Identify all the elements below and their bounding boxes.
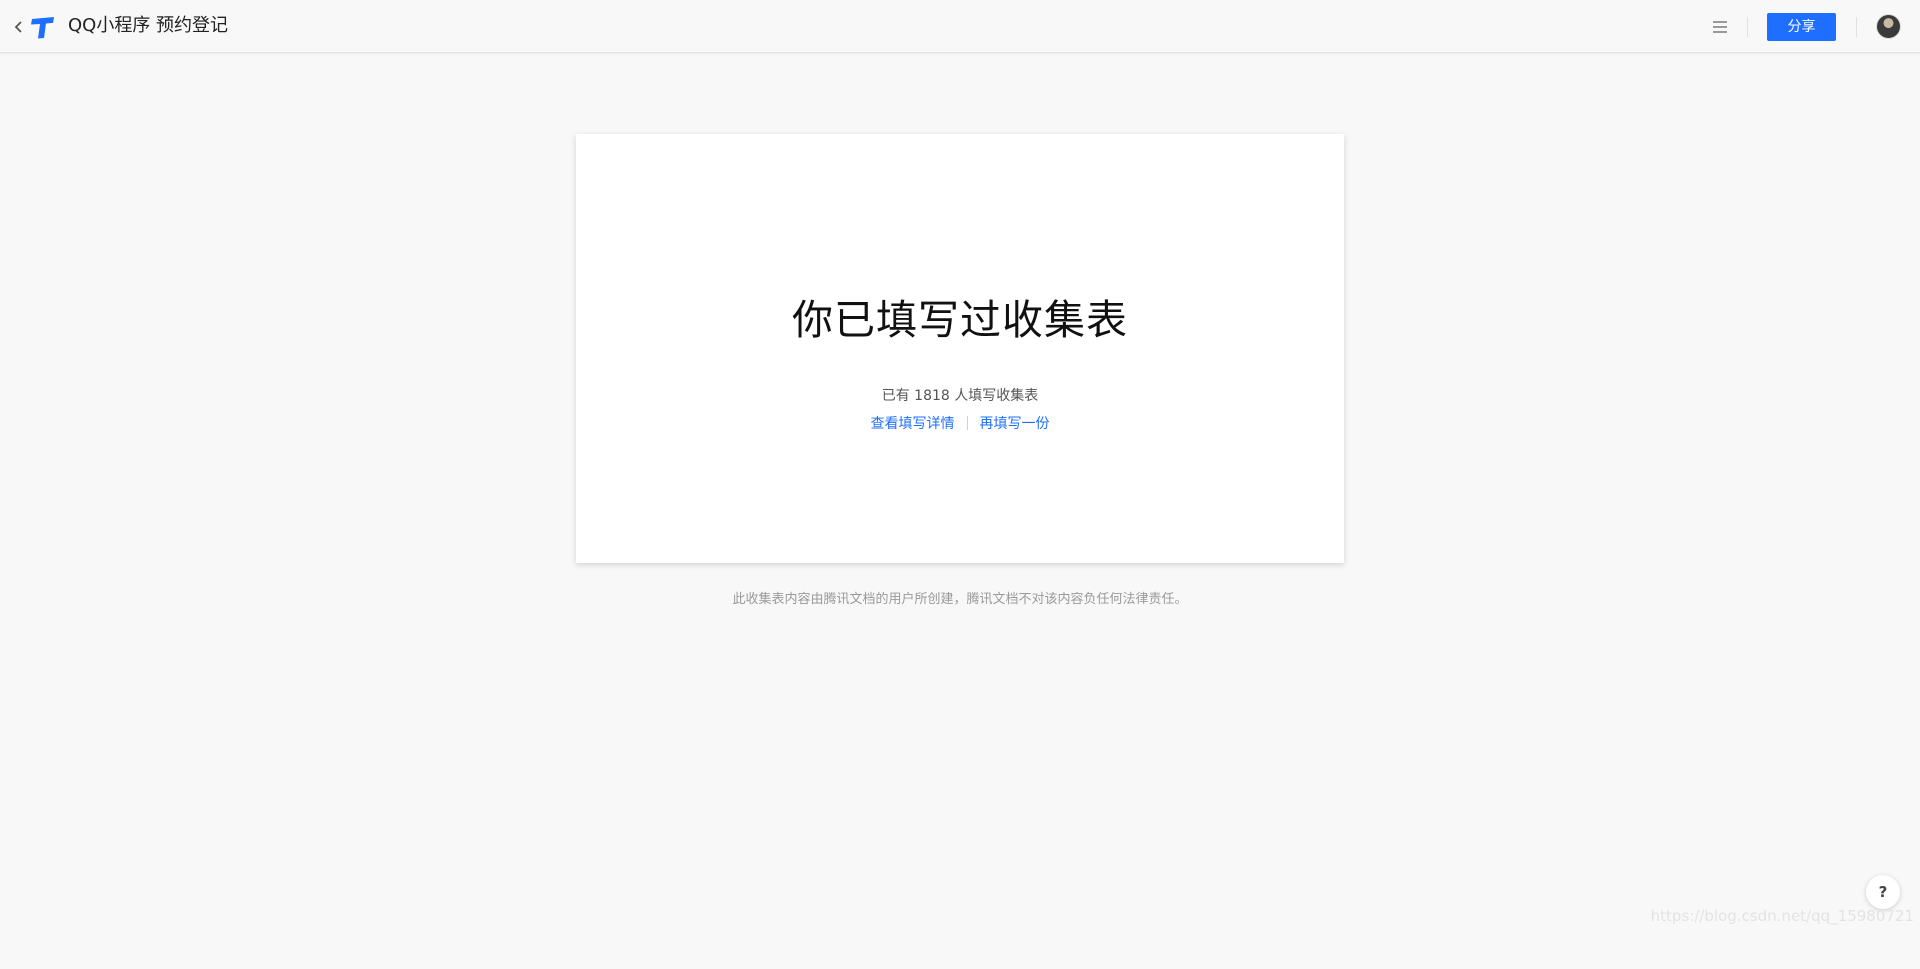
- document-title: QQ小程序 预约登记: [68, 15, 229, 36]
- view-details-link[interactable]: 查看填写详情: [871, 416, 955, 432]
- disclaimer-text: 此收集表内容由腾讯文档的用户所创建，腾讯文档不对该内容负任何法律责任。: [732, 592, 1188, 607]
- tencent-docs-logo[interactable]: [29, 15, 57, 40]
- submission-count-text: 已有 1818 人填写收集表: [881, 388, 1039, 404]
- watermark-text: https://blog.csdn.net/qq_15980721: [1650, 907, 1914, 925]
- help-question-icon[interactable]: ?: [1866, 875, 1900, 909]
- card-actions: 查看填写详情 再填写一份: [576, 414, 1344, 434]
- toolbar-divider: [1856, 17, 1857, 37]
- top-bar: QQ小程序 预约登记 分享: [0, 0, 1920, 53]
- link-divider: [966, 416, 968, 430]
- back-chevron-icon[interactable]: [12, 17, 26, 37]
- share-button[interactable]: 分享: [1767, 13, 1836, 41]
- fill-again-link[interactable]: 再填写一份: [980, 416, 1050, 432]
- user-avatar[interactable]: [1876, 14, 1901, 39]
- already-filled-heading: 你已填写过收集表: [792, 296, 1128, 344]
- hamburger-menu-icon[interactable]: [1710, 17, 1730, 37]
- toolbar-divider: [1747, 17, 1748, 37]
- submission-card: 你已填写过收集表 已有 1818 人填写收集表 查看填写详情 再填写一份: [576, 134, 1344, 563]
